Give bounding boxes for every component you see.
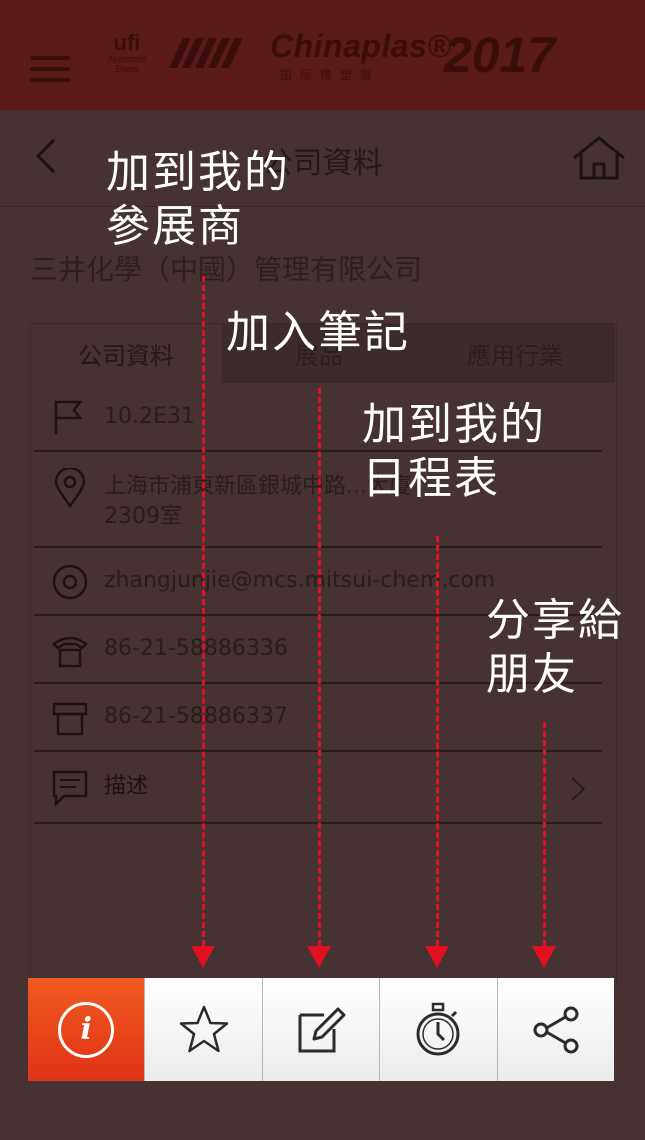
stopwatch-icon [416,1002,460,1055]
chinaplas-year: 2017 [444,27,556,83]
hamburger-menu-icon[interactable] [30,56,70,86]
fax-number: 86-21-58886337 [104,704,288,729]
tab-company-info[interactable]: 公司資料 [30,324,222,382]
info-icon: i [58,1001,115,1058]
arrow-add-note-line [318,388,321,946]
annotation-add-exhibitor: 加到我的 參展商 [106,147,290,252]
bottom-action-bar: i [28,978,615,1081]
share-button[interactable] [496,978,615,1081]
add-schedule-button[interactable] [379,978,497,1081]
tab-applications[interactable]: 應用行業 [414,324,615,382]
location-pin-icon [54,468,86,508]
page-title: 公司資料 [262,146,383,181]
arrow-share-head [532,946,556,968]
annotation-add-note: 加入筆記 [226,307,410,358]
ufi-logo-line1: Approved [107,54,147,64]
edit-note-icon [298,1007,346,1052]
arrow-add-schedule-head [425,946,449,968]
ufi-logo-line2: Event [115,64,139,74]
arrow-add-note-head [307,946,331,968]
ufi-logo: ufi Approved Event [96,30,158,75]
chat-icon [52,770,88,808]
arrow-add-exhibitor-line [202,276,205,946]
flag-icon [54,400,83,434]
at-sign-icon [52,564,88,600]
arrow-add-exhibitor-head [191,946,215,968]
company-name: 三井化學（中國）管理有限公司 [30,253,423,286]
arrow-add-schedule-line [436,536,439,946]
favorite-exhibitor-button[interactable] [144,978,262,1081]
arrow-share-line [543,722,546,946]
telephone-icon [52,636,88,668]
star-icon [179,1005,228,1052]
share-icon [533,1006,579,1053]
tab-divider [222,382,615,383]
chinaplas-brand: Chinaplas® [270,28,452,64]
home-icon[interactable] [570,134,628,182]
description-label: 描述 [104,774,149,799]
app-header: ufi Approved Event Chinaplas® 国际橡塑展 2017 [0,0,645,110]
annotation-share: 分享給 朋友 [486,595,624,700]
chinaplas-logo-mark [169,38,271,68]
ufi-logo-name: ufi [113,30,141,55]
fax-icon [52,702,88,736]
chinaplas-brand-sub: 国际橡塑展 [280,68,381,82]
annotation-add-schedule: 加到我的 日程表 [362,399,546,504]
address-line2: 2309室 [104,504,182,529]
booth-number: 10.2E31 [104,404,195,429]
chevron-right-icon [571,777,586,801]
add-note-button[interactable] [261,978,380,1081]
info-button[interactable]: i [28,978,145,1081]
phone-number[interactable]: 86-21-58886336 [104,634,288,664]
